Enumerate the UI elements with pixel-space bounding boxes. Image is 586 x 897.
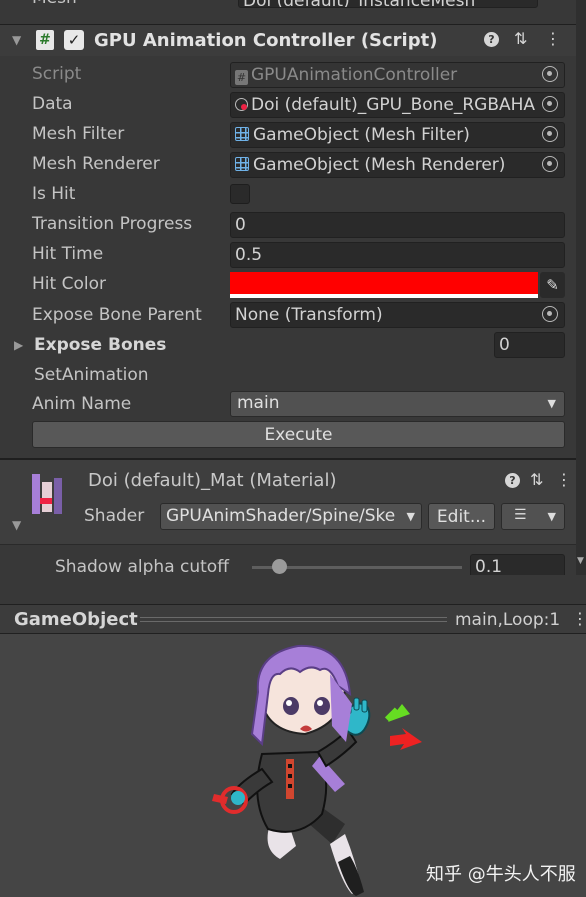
data-label: Data — [32, 94, 73, 114]
more-menu-icon[interactable]: ⋮ — [572, 609, 586, 628]
drag-handle[interactable] — [140, 617, 447, 622]
presets-icon[interactable]: ⇅ — [514, 29, 527, 48]
more-menu-icon[interactable]: ⋮ — [556, 470, 572, 489]
hit-color-label: Hit Color — [32, 274, 106, 294]
transition-label: Transition Progress — [32, 214, 193, 234]
chevron-down-icon: ▼ — [403, 510, 415, 523]
script-icon: # — [36, 30, 54, 50]
divider — [0, 575, 586, 605]
material-title: Doi (default)_Mat (Material) — [88, 470, 337, 491]
preview-status: main,Loop:1 — [455, 610, 561, 630]
object-picker-icon[interactable] — [542, 306, 558, 322]
anim-name-value: main — [237, 393, 280, 413]
is-hit-checkbox[interactable] — [230, 184, 250, 204]
inspector-scrollbar[interactable]: ▼ — [576, 0, 586, 575]
asset-icon — [235, 98, 248, 111]
watermark: 知乎 @牛头人不服 — [426, 864, 576, 885]
edit-label: Edit... — [436, 507, 487, 527]
preview-header: GameObject main,Loop:1 ⋮ — [0, 604, 586, 634]
execute-button[interactable]: Execute — [32, 421, 565, 448]
object-picker-icon[interactable] — [542, 96, 558, 112]
help-icon[interactable]: ? — [484, 32, 499, 47]
mesh-label: Mesh — [32, 0, 77, 8]
mesh-field[interactable]: Doi (default)_InstanceMesh — [238, 0, 538, 8]
chevron-down-icon: ▼ — [547, 397, 556, 410]
expose-parent-field[interactable]: None (Transform) — [230, 302, 565, 328]
execute-label: Execute — [264, 425, 333, 445]
shader-label: Shader — [84, 506, 145, 526]
chevron-down-icon: ▼ — [547, 510, 556, 523]
component-title: GPU Animation Controller (Script) — [94, 30, 438, 51]
anim-name-label: Anim Name — [32, 394, 132, 414]
mesh-filter-label: Mesh Filter — [32, 124, 125, 144]
shader-dropdown[interactable]: GPUAnimShader/Spine/Ske ▼ — [160, 503, 422, 530]
shader-options-dropdown[interactable]: ☰ ▼ — [501, 503, 565, 530]
script-label: Script — [32, 64, 82, 84]
is-hit-label: Is Hit — [32, 184, 76, 204]
mesh-renderer-value: GameObject (Mesh Renderer) — [253, 155, 506, 175]
material-thumbnail — [26, 468, 72, 518]
enabled-checkbox[interactable]: ✓ — [64, 30, 84, 50]
script-file-icon: # — [235, 70, 248, 85]
eyedropper-icon[interactable]: ✎ — [540, 272, 565, 298]
anim-name-dropdown[interactable]: main ▼ — [230, 391, 565, 417]
shadow-label: Shadow alpha cutoff — [55, 557, 229, 575]
object-picker-icon[interactable] — [542, 156, 558, 172]
transition-input[interactable]: 0 — [230, 212, 565, 238]
material-header: ▼ Doi (default)_Mat (Material) ? ⇅ ⋮ Sha… — [0, 460, 576, 544]
preview-title: GameObject — [14, 609, 138, 630]
expose-parent-label: Expose Bone Parent — [32, 305, 202, 325]
mesh-filter-icon — [235, 127, 249, 141]
hit-time-input[interactable]: 0.5 — [230, 242, 565, 268]
expose-bones-count[interactable]: 0 — [494, 332, 565, 358]
script-field: # GPUAnimationController — [230, 62, 565, 88]
material-preview-image — [32, 474, 62, 514]
hit-color-swatch[interactable] — [230, 272, 538, 298]
mesh-renderer-label: Mesh Renderer — [32, 154, 160, 174]
mesh-filter-value: GameObject (Mesh Filter) — [253, 125, 470, 145]
object-picker-icon — [542, 66, 558, 82]
character-preview — [212, 644, 422, 896]
more-menu-icon[interactable]: ⋮ — [545, 29, 561, 48]
preview-viewport[interactable]: 知乎 @牛头人不服 — [0, 634, 586, 897]
shader-value: GPUAnimShader/Spine/Ske — [166, 506, 396, 526]
help-icon[interactable]: ? — [505, 473, 520, 488]
expose-bones-label[interactable]: Expose Bones — [34, 335, 166, 355]
presets-icon[interactable]: ⇅ — [530, 470, 543, 489]
component-header[interactable]: ▼ # ✓ GPU Animation Controller (Script) … — [0, 24, 576, 56]
edit-shader-button[interactable]: Edit... — [428, 503, 495, 530]
set-animation-label: SetAnimation — [34, 365, 149, 385]
material-foldout-icon[interactable]: ▼ — [12, 518, 21, 532]
mesh-renderer-field[interactable]: GameObject (Mesh Renderer) — [230, 152, 565, 178]
data-value: Doi (default)_GPU_Bone_RGBAHA — [251, 95, 536, 115]
shadow-slider-handle[interactable] — [272, 559, 287, 574]
expose-bones-arrow-icon[interactable]: ▶ — [14, 338, 23, 352]
shadow-value-input[interactable]: 0.1 — [470, 554, 565, 575]
expose-parent-value: None (Transform) — [235, 305, 383, 325]
mesh-renderer-icon — [235, 157, 249, 171]
mesh-filter-field[interactable]: GameObject (Mesh Filter) — [230, 122, 565, 148]
scroll-down-icon[interactable]: ▼ — [577, 556, 584, 566]
data-field[interactable]: Doi (default)_GPU_Bone_RGBAHA — [230, 92, 565, 118]
shadow-row: Shadow alpha cutoff 0.1 — [0, 545, 576, 575]
foldout-arrow-icon[interactable]: ▼ — [12, 33, 21, 47]
object-picker-icon[interactable] — [542, 126, 558, 142]
list-icon: ☰ — [514, 507, 527, 523]
mesh-row: Mesh Doi (default)_InstanceMesh — [0, 0, 586, 14]
hit-time-label: Hit Time — [32, 244, 104, 264]
script-value: GPUAnimationController — [251, 65, 458, 85]
